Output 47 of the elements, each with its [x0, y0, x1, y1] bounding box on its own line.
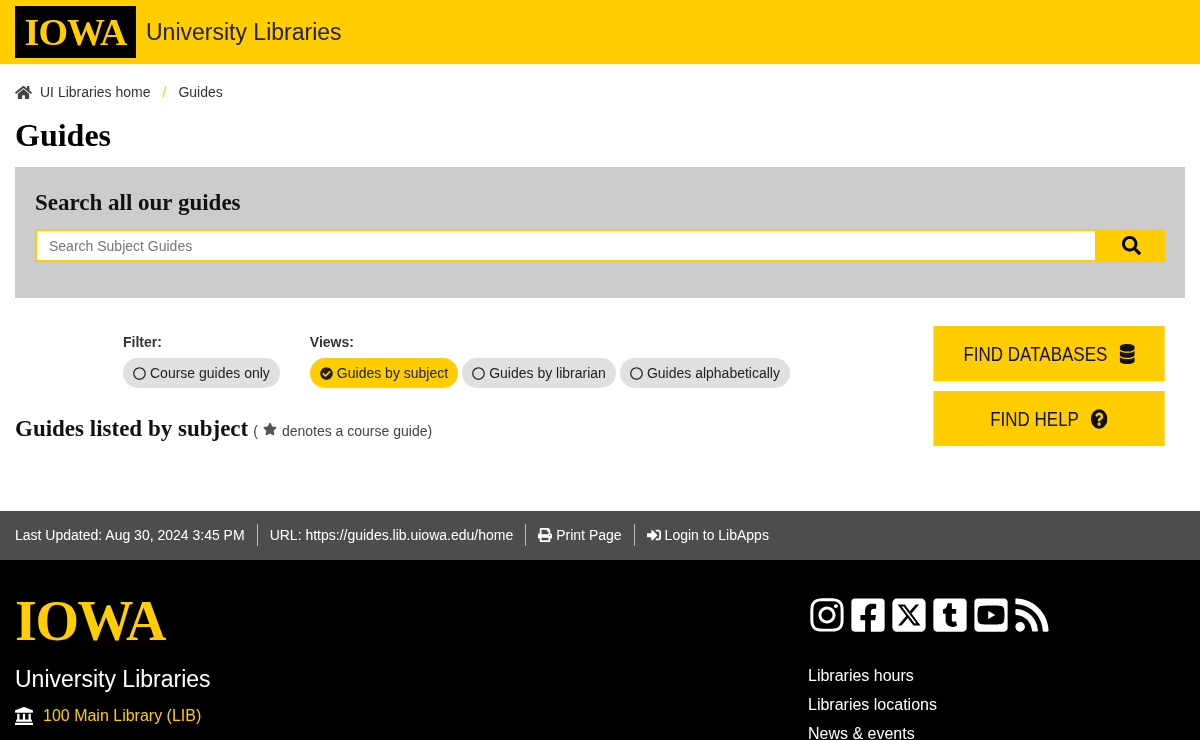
listing-heading: Guides listed by subject	[15, 415, 249, 443]
views-label: Views:	[309, 333, 355, 352]
printer-icon	[538, 528, 553, 542]
page-title: Guides	[14, 116, 113, 155]
facebook-icon[interactable]	[849, 595, 887, 634]
youtube-icon[interactable]	[972, 595, 1010, 634]
search-button[interactable]	[1097, 229, 1165, 262]
check-icon	[319, 366, 333, 380]
radio-icon	[472, 366, 486, 380]
site-name[interactable]: University Libraries	[146, 14, 342, 50]
star-icon	[262, 422, 277, 437]
filter-label: Filter:	[123, 333, 163, 352]
breadcrumb-separator: /	[161, 83, 168, 102]
x-icon[interactable]	[890, 595, 928, 634]
footer-link[interactable]: Libraries hours	[808, 665, 1185, 685]
footer-link[interactable]: News & events	[808, 723, 1185, 740]
note-paren: (	[253, 422, 258, 441]
radio-pill[interactable]: Guides alphabetically	[619, 358, 790, 388]
instagram-icon[interactable]	[808, 595, 846, 634]
print-link[interactable]: Print Page	[538, 524, 622, 546]
login-icon	[646, 528, 661, 542]
footer-site-name: University Libraries	[15, 664, 212, 694]
find-databases-button[interactable]: FIND DATABASES	[933, 326, 1165, 381]
login-link[interactable]: Login to LibApps	[646, 524, 769, 546]
address-link[interactable]: 100 Main Library (LIB)	[43, 704, 202, 728]
radio-icon	[133, 366, 146, 380]
radio-pill[interactable]: Guides by librarian	[462, 358, 616, 388]
iowa-logo[interactable]: IOWA	[15, 6, 136, 58]
course-guide-note: denotes a course guide)	[281, 422, 433, 441]
find-help-button[interactable]: FIND HELP	[933, 391, 1165, 446]
home-icon	[15, 85, 32, 100]
search-icon	[1121, 236, 1141, 255]
tumblr-icon[interactable]	[931, 595, 969, 634]
info-text: Last Updated: Aug 30, 2024 3:45 PM	[15, 525, 245, 545]
search-field[interactable]: Search Subject Guides	[35, 229, 1097, 262]
footer-logo[interactable]: IOWA	[15, 595, 165, 646]
radio-pill[interactable]: Guides by subject	[309, 358, 459, 388]
radio-pill[interactable]: Course guides only	[123, 358, 280, 388]
search-heading: Search all our guides	[35, 189, 242, 217]
help-icon	[1090, 408, 1108, 429]
database-icon	[1119, 343, 1135, 364]
footer-link[interactable]: Libraries locations	[808, 694, 1185, 714]
radio-icon	[629, 366, 643, 380]
rss-icon[interactable]	[1013, 595, 1051, 634]
building-icon	[15, 707, 33, 725]
breadcrumb-link[interactable]: UI Libraries home	[40, 82, 151, 103]
info-text: URL: https://guides.lib.uiowa.edu/home	[269, 525, 514, 545]
